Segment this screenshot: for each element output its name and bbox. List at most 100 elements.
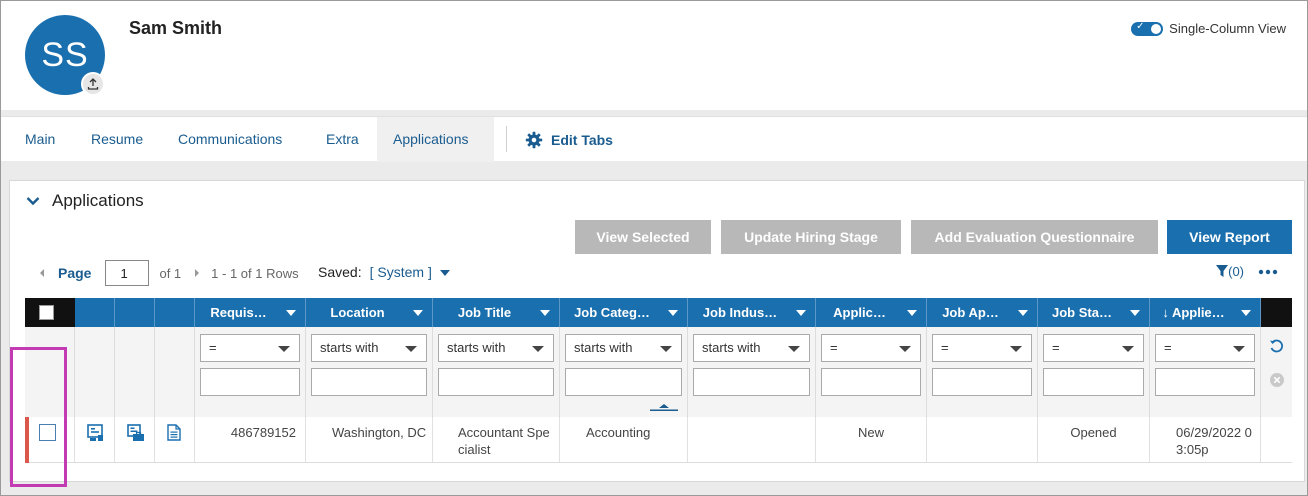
- filter-button[interactable]: (0): [1216, 264, 1244, 279]
- requisition-icon[interactable]: [87, 424, 104, 442]
- column-header-application-status[interactable]: Applic…: [816, 298, 927, 327]
- column-menu-icon[interactable]: [1130, 309, 1140, 316]
- filter-operator-select[interactable]: =: [1043, 334, 1144, 362]
- filter-cell-applied: =: [1150, 327, 1261, 417]
- edit-tabs-label: Edit Tabs: [551, 131, 613, 148]
- saved-view-dropdown[interactable]: [ System ]: [370, 264, 450, 280]
- filter-value-input[interactable]: [1155, 368, 1255, 396]
- column-header-applied[interactable]: ↓ Applie…: [1150, 298, 1261, 327]
- tab-resume[interactable]: Resume: [75, 117, 159, 162]
- saved-view: Saved: [ System ]: [318, 264, 450, 280]
- cell-application-status: New: [816, 417, 927, 463]
- avatar-initials: SS: [41, 35, 89, 74]
- view-selected-button[interactable]: View Selected: [575, 220, 711, 254]
- toggle-label: Single-Column View: [1169, 21, 1286, 36]
- table-row[interactable]: 486789152 Washington, DC Accountant Spe c…: [25, 417, 1292, 463]
- filter-empty-cell: [115, 327, 155, 417]
- prev-page-icon[interactable]: [38, 268, 46, 278]
- filter-cell-job-status: =: [1038, 327, 1150, 417]
- panel-header[interactable]: Applications: [26, 191, 144, 211]
- single-column-toggle[interactable]: ✓ Single-Column View: [1131, 21, 1286, 36]
- filter-operator-select[interactable]: starts with: [693, 334, 810, 362]
- filter-value-input[interactable]: [311, 368, 427, 396]
- filter-cell-job-industry: starts with: [688, 327, 816, 417]
- ellipsis-icon[interactable]: [1258, 269, 1278, 275]
- toggle-switch[interactable]: ✓: [1131, 21, 1164, 36]
- filter-value-input[interactable]: [200, 368, 300, 396]
- column-header-job-category[interactable]: Job Categ…: [560, 298, 688, 327]
- grid-header: Requis… Location Job Title Job Categ… Jo…: [25, 298, 1292, 327]
- page-number-input[interactable]: [105, 260, 150, 286]
- filter-cell-location: starts with: [306, 327, 433, 417]
- filter-value-input[interactable]: [932, 368, 1032, 396]
- filter-cell-job-category: starts with: [560, 327, 688, 417]
- filter-cell-requisition: =: [195, 327, 306, 417]
- row-action-cell: [115, 417, 155, 463]
- clear-filters-icon[interactable]: [1270, 373, 1284, 387]
- view-report-button[interactable]: View Report: [1167, 220, 1292, 254]
- filter-value-input[interactable]: [821, 368, 921, 396]
- filter-operator-select[interactable]: =: [200, 334, 300, 362]
- column-menu-icon[interactable]: [1018, 309, 1028, 316]
- filter-actions-cell: [1261, 327, 1292, 417]
- column-menu-icon[interactable]: [286, 309, 296, 316]
- chevron-down-icon[interactable]: [26, 196, 40, 206]
- row-action-cell: [155, 417, 195, 463]
- select-all-checkbox[interactable]: [39, 305, 54, 320]
- caret-down-icon: [439, 270, 450, 276]
- applications-panel: Applications View Selected Update Hiring…: [9, 180, 1305, 482]
- update-hiring-stage-button[interactable]: Update Hiring Stage: [721, 220, 901, 254]
- filter-operator-select[interactable]: =: [932, 334, 1032, 362]
- filter-value-input[interactable]: [1043, 368, 1144, 396]
- filter-value-input[interactable]: [565, 368, 682, 396]
- column-header-location[interactable]: Location: [306, 298, 433, 327]
- reset-filters-icon[interactable]: [1269, 339, 1284, 354]
- next-page-icon[interactable]: [193, 268, 201, 278]
- column-menu-icon[interactable]: [668, 309, 678, 316]
- column-header-job-status[interactable]: Job Sta…: [1038, 298, 1150, 327]
- filter-value-input[interactable]: [438, 368, 554, 396]
- column-menu-icon[interactable]: [540, 309, 550, 316]
- filter-count: (0): [1228, 264, 1244, 279]
- tab-divider: [506, 126, 507, 152]
- gear-icon: [525, 131, 543, 148]
- column-menu-icon[interactable]: [796, 309, 806, 316]
- rows-count: 1 - 1 of 1 Rows: [211, 265, 299, 281]
- panel-title: Applications: [52, 191, 144, 210]
- column-header-job-ap[interactable]: Job Ap…: [927, 298, 1038, 327]
- column-menu-icon[interactable]: [907, 309, 917, 316]
- filter-cell-application-status: =: [816, 327, 927, 417]
- column-header-job-title[interactable]: Job Title: [433, 298, 560, 327]
- column-menu-icon[interactable]: [413, 309, 423, 316]
- filter-empty-cell: [155, 327, 195, 417]
- upload-icon[interactable]: [81, 72, 105, 96]
- tab-extra[interactable]: Extra: [310, 117, 375, 162]
- cell-job-title: Accountant Spe cialist: [433, 417, 560, 463]
- add-evaluation-questionnaire-button[interactable]: Add Evaluation Questionnaire: [911, 220, 1158, 254]
- filter-operator-select[interactable]: =: [1155, 334, 1255, 362]
- tab-bar: Main Resume Communications Extra Applica…: [1, 116, 1307, 162]
- cell-job-status: Opened: [1038, 417, 1150, 463]
- tab-communications[interactable]: Communications: [162, 117, 298, 162]
- annotation-highlight-box: [10, 347, 67, 487]
- tab-applications[interactable]: Applications: [377, 117, 494, 162]
- candidate-name: Sam Smith: [129, 18, 223, 38]
- cell-location: Washington, DC: [306, 417, 433, 463]
- edit-tabs-button[interactable]: Edit Tabs: [525, 117, 613, 162]
- filter-operator-select[interactable]: starts with: [311, 334, 427, 362]
- cell-job-ap: [927, 417, 1038, 463]
- document-icon[interactable]: [167, 424, 181, 441]
- filter-operator-select[interactable]: starts with: [438, 334, 554, 362]
- row-end-cell: [1261, 417, 1292, 463]
- column-header-job-industry[interactable]: Job Indus…: [688, 298, 816, 327]
- job-briefcase-icon[interactable]: [127, 424, 145, 442]
- column-header-requisition[interactable]: Requis…: [195, 298, 306, 327]
- saved-label: Saved:: [318, 264, 362, 280]
- column-menu-icon[interactable]: [1241, 309, 1251, 316]
- filter-operator-select[interactable]: =: [821, 334, 921, 362]
- tab-main[interactable]: Main: [9, 117, 71, 162]
- collapse-filter-icon[interactable]: [650, 403, 678, 411]
- filter-operator-select[interactable]: starts with: [565, 334, 682, 362]
- filter-value-input[interactable]: [693, 368, 810, 396]
- select-all-cell: [25, 298, 75, 327]
